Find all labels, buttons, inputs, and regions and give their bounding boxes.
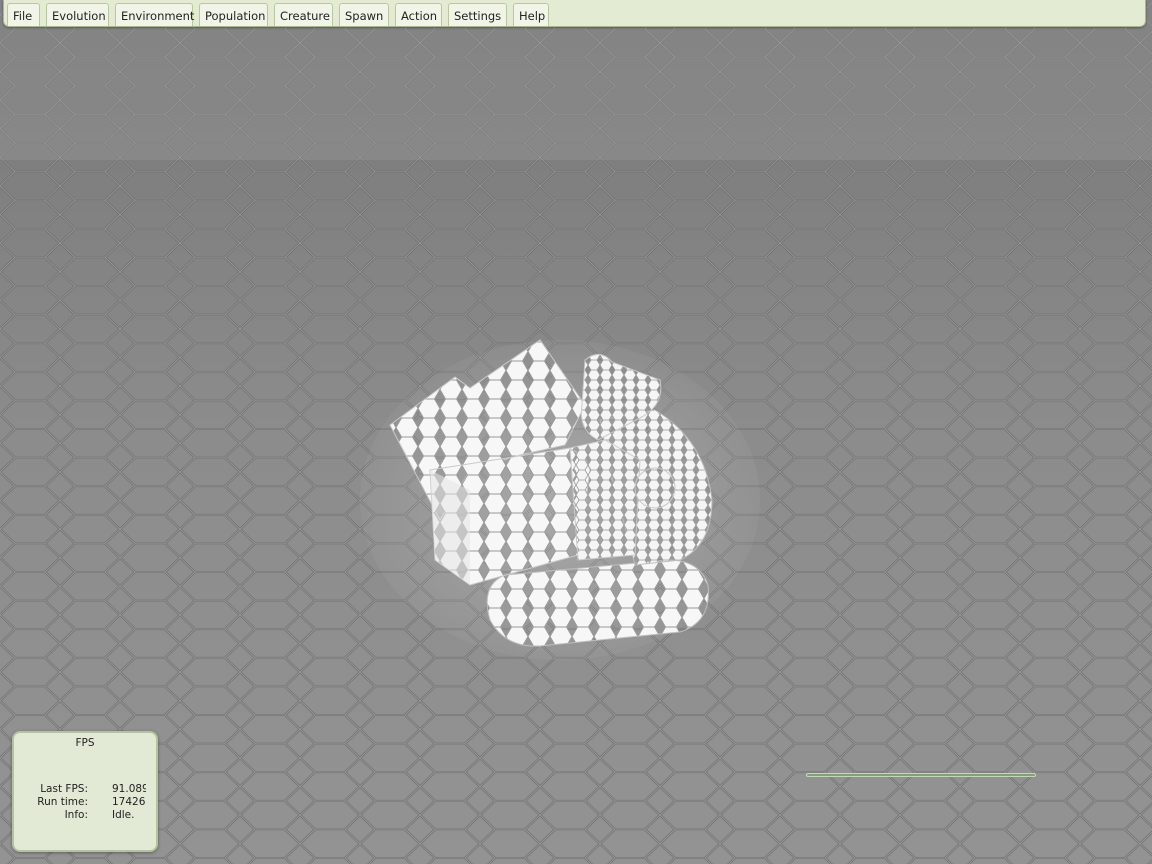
fps-row-info: Info: Idle. [14,809,156,822]
menu-environment[interactable]: Environment [115,3,194,26]
creature[interactable] [360,339,760,660]
menu-population[interactable]: Population [199,3,268,26]
creature-part-sphere [634,467,676,509]
menu-action[interactable]: Action [395,3,442,26]
fps-panel-title: FPS [75,737,95,749]
fps-row-value: 17426 [112,796,146,808]
menu-help[interactable]: Help [513,3,549,26]
menu-bar: File Evolution Environment Population Cr… [3,0,1146,27]
fps-row-label: Run time: [37,796,88,808]
fps-panel: FPS Last FPS: 91.089 Run time: 17426 Inf… [12,731,158,852]
menu-spawn[interactable]: Spawn [339,3,389,26]
fps-row-run-time: Run time: 17426 [14,796,156,809]
fps-row-last-fps: Last FPS: 91.089 [14,783,156,796]
fps-row-label: Last FPS: [40,783,88,795]
simulation-viewport[interactable] [0,0,1152,864]
progress-bar [806,773,1036,777]
menu-evolution[interactable]: Evolution [46,3,109,26]
fps-row-label: Info: [64,809,88,821]
menu-creature[interactable]: Creature [274,3,333,26]
menu-file[interactable]: File [7,3,40,26]
fps-row-value: Idle. [112,809,135,821]
fps-row-value: 91.089 [112,783,146,795]
menu-settings[interactable]: Settings [448,3,507,26]
